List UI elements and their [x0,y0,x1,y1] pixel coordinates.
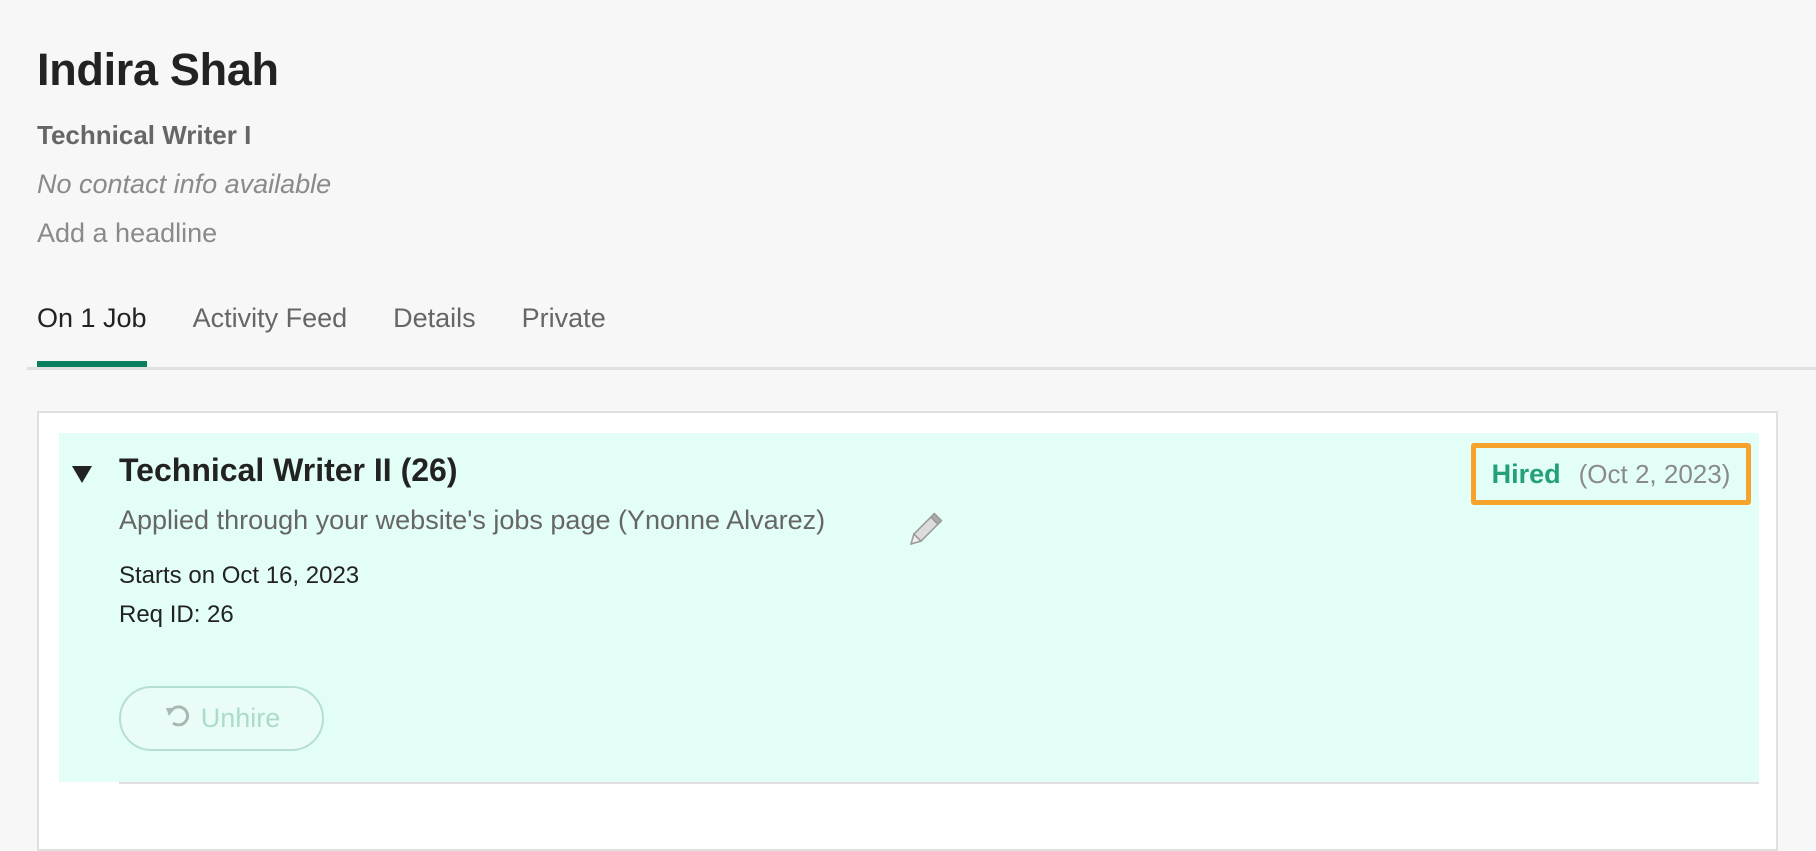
unhire-label: Unhire [200,703,281,733]
undo-icon [163,701,191,736]
contact-info: No contact info available [37,169,332,199]
status-badge: Hired [1491,458,1561,489]
unhire-button[interactable]: Unhire [119,686,324,751]
caret-down-icon[interactable] [72,466,92,483]
tab-on-jobs[interactable]: On 1 Job [37,298,147,367]
application-source: Applied through your website's jobs page… [119,505,826,535]
candidate-current-role: Technical Writer I [37,120,252,150]
start-date: Starts on Oct 16, 2023 [119,562,360,589]
profile-tabs: On 1 Job Activity Feed Details Private [37,298,652,367]
req-id: Req ID: 26 [119,601,234,628]
pencil-icon[interactable] [908,508,948,546]
hired-status-highlight: Hired (Oct 2, 2023) [1471,443,1751,505]
tab-details[interactable]: Details [393,298,476,348]
status-date: (Oct 2, 2023) [1578,458,1731,489]
job-title[interactable]: Technical Writer II (26) [119,452,457,489]
tab-private[interactable]: Private [522,298,606,348]
candidate-name: Indira Shah [37,44,279,95]
tab-divider [27,367,1816,370]
add-headline-link[interactable]: Add a headline [37,218,217,249]
job-panel-divider [119,782,1759,784]
tab-activity-feed[interactable]: Activity Feed [193,298,348,348]
